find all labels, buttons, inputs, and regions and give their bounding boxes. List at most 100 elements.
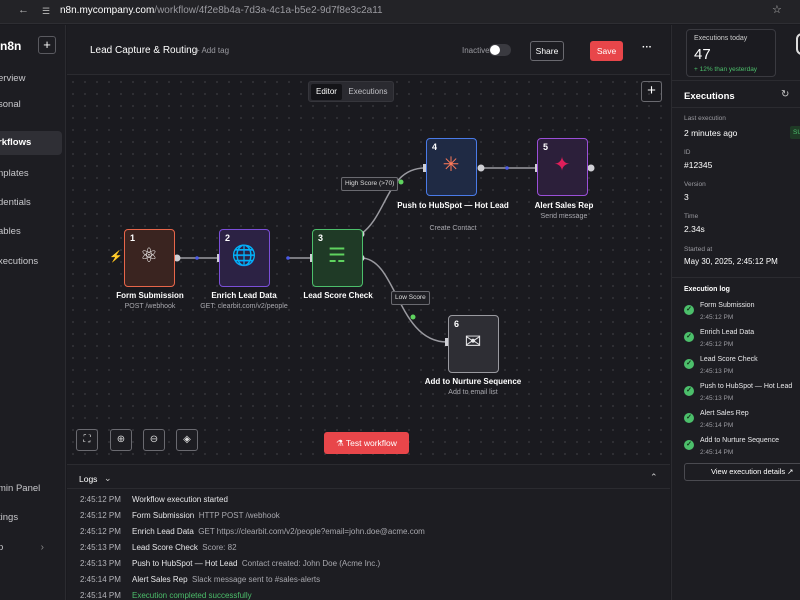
browser-address-bar: ← ☰ n8n.mycompany.com/workflow/4f2e8b4a-… [0, 0, 800, 24]
node-subtitle: Create Contact [429, 225, 477, 232]
bookmark-star-icon[interactable]: ☆ [772, 3, 782, 16]
sidebar-item-overview[interactable]: erview [0, 67, 62, 91]
back-icon[interactable]: ← [18, 4, 29, 16]
status-badge: SU [790, 126, 800, 139]
sidebar-item-variables[interactable]: ables [0, 220, 62, 244]
duration-value: 2.34s [684, 224, 705, 234]
trend-badge: + 12% than yesterday [694, 66, 758, 73]
chevron-right-icon: › [40, 542, 44, 553]
node-label: Alert Sales Rep [534, 201, 594, 210]
chevron-up-icon[interactable]: ⌃ [650, 472, 658, 483]
workflow-title[interactable]: Lead Capture & Routing [90, 45, 197, 56]
divider [672, 107, 800, 108]
flow-dot [505, 166, 509, 170]
zoom-out-icon[interactable]: ⊖ [143, 429, 165, 451]
sidebar-item-personal[interactable]: sonal [0, 93, 62, 117]
create-new-button[interactable]: + [38, 36, 56, 54]
reset-zoom-icon[interactable]: ◈ [176, 429, 198, 451]
save-button[interactable]: Save [590, 41, 623, 61]
check-icon: ✓ [684, 386, 694, 396]
zoom-in-icon[interactable]: ⊕ [110, 429, 132, 451]
share-button[interactable]: Share [530, 41, 564, 61]
sidebar-item-settings[interactable]: tings [0, 506, 62, 530]
edge-label-high-score[interactable]: High Score (>70) [341, 177, 399, 191]
flask-icon: ⚗ [336, 438, 346, 448]
version-value: 3 [684, 192, 689, 202]
executions-panel: Executions today 47 + 12% than yesterday… [671, 25, 800, 600]
toggle-knob [490, 45, 500, 55]
log-row: 2:45:14 PM Execution completed successful… [80, 591, 252, 600]
external-link-icon: ↗ [787, 467, 794, 476]
node-label: Add to Nurture Sequence [424, 377, 522, 386]
sidebar-item-executions[interactable]: xecutions [0, 250, 62, 274]
url-field[interactable]: n8n.mycompany.com/workflow/4f2e8b4a-7d3a… [60, 5, 383, 16]
sidebar-item-templates[interactable]: nplates [0, 162, 62, 186]
hubspot-icon: ✳ [442, 154, 460, 176]
log-row: 2:45:14 PM Alert Sales Rep Slack message … [80, 575, 321, 584]
node-subtitle: Add to email list [448, 389, 498, 396]
output-port [477, 164, 485, 172]
log-row: 2:45:13 PM Push to HubSpot — Hot Lead Con… [80, 559, 381, 568]
divider [67, 488, 670, 489]
switch-icon: ☴ [328, 245, 346, 267]
panel-title: Executions [684, 91, 735, 102]
check-icon: ✓ [684, 359, 694, 369]
logs-panel: Logs ⌄ ⌃ 2:45:12 PM Workflow execution st… [67, 464, 670, 600]
node-alert-sales-rep[interactable]: 5 ✦ [537, 138, 588, 196]
node-form-submission[interactable]: 1 ⚛ [124, 229, 175, 287]
executions-today-card: Executions today 47 + 12% than yesterday [686, 29, 776, 77]
sidebar-item-admin-panel[interactable]: min Panel [0, 477, 62, 501]
flow-dot [195, 256, 199, 260]
active-status-label: Inactive [462, 46, 490, 55]
mail-icon: ✉ [464, 331, 482, 353]
executions-count: 47 [694, 46, 711, 63]
test-workflow-button[interactable]: ⚗ Test workflow [324, 432, 409, 454]
refresh-icon[interactable]: ↻ [781, 89, 789, 100]
node-lead-score-check[interactable]: 3 ☴ [312, 229, 363, 287]
check-icon: ✓ [684, 332, 694, 342]
trigger-bolt-icon: ⚡ [109, 251, 123, 263]
edge-label-low-score[interactable]: Low Score [391, 291, 430, 305]
started-at-value: May 30, 2025, 2:45:12 PM [684, 257, 778, 266]
log-row: 2:45:12 PM Enrich Lead Data GET https://c… [80, 527, 425, 536]
last-execution-value: 2 minutes ago [684, 128, 738, 138]
flow-dot-green [410, 314, 416, 320]
check-icon: ✓ [684, 413, 694, 423]
node-add-to-nurture[interactable]: 6 ✉ [448, 315, 499, 373]
node-label: Push to HubSpot — Hot Lead [397, 201, 509, 210]
sidebar-item-help[interactable]: p › [0, 536, 62, 560]
check-icon: ✓ [684, 305, 694, 315]
divider [672, 80, 800, 81]
slack-icon: ✦ [553, 154, 571, 176]
globe-icon: 🌐 [231, 245, 257, 267]
node-label: Lead Score Check [303, 291, 373, 300]
workflow-canvas[interactable]: Editor Executions + ⚡ 1 ⚛ Form Submissio… [67, 76, 670, 463]
n8n-logo: n8n [0, 39, 22, 53]
avatar[interactable] [796, 33, 800, 55]
node-push-to-hubspot[interactable]: 4 ✳ [426, 138, 477, 196]
node-subtitle: GET: clearbit.com/v2/people [200, 303, 288, 310]
sidebar-item-workflows[interactable]: rkflows [0, 131, 62, 155]
active-toggle[interactable] [489, 44, 511, 56]
site-settings-icon[interactable]: ☰ [42, 6, 50, 17]
main-sidebar: n8n + erview sonal rkflows nplates denti… [0, 25, 66, 600]
log-row: 2:45:12 PM Form Submission HTTP POST /web… [80, 511, 280, 520]
node-enrich-lead-data[interactable]: 2 🌐 [219, 229, 270, 287]
view-execution-details-button[interactable]: View execution details ↗ [684, 463, 800, 481]
flow-dot-green [398, 179, 404, 185]
divider [672, 277, 800, 278]
sidebar-item-credentials[interactable]: dentials [0, 191, 62, 215]
chevron-down-icon[interactable]: ⌄ [104, 473, 112, 484]
node-subtitle: Send message [540, 213, 588, 220]
fit-view-icon[interactable]: ⛶ [76, 429, 98, 451]
add-tag-link[interactable]: + Add tag [195, 46, 229, 55]
log-row: 2:45:12 PM Workflow execution started [80, 495, 228, 504]
output-port [587, 164, 595, 172]
log-row: 2:45:13 PM Lead Score Check Score: 82 [80, 543, 237, 552]
flow-dot [286, 256, 290, 260]
logs-title: Logs [79, 474, 98, 484]
more-options-icon[interactable]: ··· [642, 42, 652, 53]
check-icon: ✓ [684, 440, 694, 450]
execution-id: #12345 [684, 160, 713, 170]
execution-log-title: Execution log [684, 286, 730, 293]
